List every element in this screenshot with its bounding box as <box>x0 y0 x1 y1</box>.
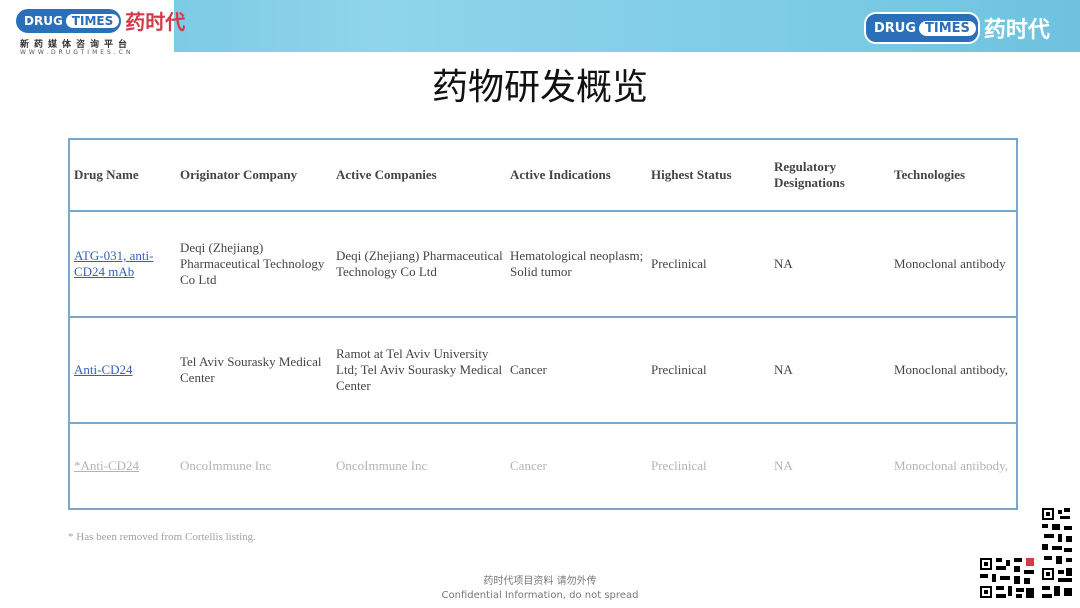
drug-name-link[interactable]: Anti-CD24 <box>74 318 174 422</box>
column-header: Drug Name <box>74 167 139 182</box>
logo-times-text: TIMES <box>919 20 976 36</box>
confidential-en: Confidential Information, do not spread <box>441 590 639 601</box>
active-companies-cell: OncoImmune Inc <box>336 458 428 473</box>
designations-cell: NA <box>774 256 793 271</box>
logo-pill: DRUG TIMES <box>16 8 122 33</box>
table-header-row: Drug Name Originator Company Active Comp… <box>70 140 1016 212</box>
drug-name-link[interactable]: ATG-031, anti-CD24 mAb <box>74 212 174 316</box>
table-row: Anti-CD24 Tel Aviv Sourasky Medical Cent… <box>70 318 1016 424</box>
drugtimes-logo-left[interactable]: DRUG TIMES 药时代 <box>16 6 185 35</box>
column-header: Active Indications <box>510 167 611 182</box>
column-header: Active Companies <box>336 167 437 182</box>
status-cell: Preclinical <box>651 362 707 377</box>
table-row: *Anti-CD24 OncoImmune Inc OncoImmune Inc… <box>70 424 1016 508</box>
originator-cell: Tel Aviv Sourasky Medical Center <box>180 354 322 385</box>
column-header: Highest Status <box>651 167 732 182</box>
designations-cell: NA <box>774 458 793 473</box>
logo-url: WWW.DRUGTIMES.CN <box>20 49 134 56</box>
originator-cell: Deqi (Zhejiang) Pharmaceutical Technolog… <box>180 240 325 287</box>
logo-drug-text: DRUG <box>24 13 63 28</box>
logo-cn-text: 药时代 <box>125 10 186 34</box>
indications-cell: Cancer <box>510 458 547 473</box>
status-cell: Preclinical <box>651 256 707 271</box>
qr-code-icon <box>1040 506 1074 600</box>
status-cell: Preclinical <box>651 458 707 473</box>
indications-cell: Hematological neoplasm; Solid tumor <box>510 248 644 279</box>
footnote: * Has been removed from Cortellis listin… <box>68 531 256 543</box>
drug-name-link[interactable]: *Anti-CD24 <box>74 424 174 508</box>
designations-cell: NA <box>774 362 793 377</box>
active-companies-cell: Deqi (Zhejiang) Pharmaceutical Technolog… <box>336 248 503 279</box>
column-header: Regulatory Designations <box>774 159 845 190</box>
column-header: Technologies <box>894 167 966 182</box>
technologies-cell: Monoclonal antibody <box>894 256 1006 271</box>
confidential-notice: 药时代项目资料 请勿外传 Confidential Information, d… <box>0 575 1080 603</box>
logo-cn-text: 药时代 <box>983 18 1050 43</box>
confidential-cn: 药时代项目资料 请勿外传 <box>483 576 597 587</box>
logo-pill: DRUG TIMES <box>864 12 980 44</box>
logo-drug-text: DRUG <box>874 20 917 36</box>
column-header: Originator Company <box>180 167 298 182</box>
page-title: 药物研发概览 <box>431 67 648 108</box>
logo-times-text: TIMES <box>65 13 120 28</box>
table-row: ATG-031, anti-CD24 mAb Deqi (Zhejiang) P… <box>70 212 1016 318</box>
technologies-cell: Monoclonal antibody, <box>894 458 1008 473</box>
originator-cell: OncoImmune Inc <box>180 458 272 473</box>
active-companies-cell: Ramot at Tel Aviv University Ltd; Tel Av… <box>336 346 503 393</box>
drug-table: Drug Name Originator Company Active Comp… <box>68 138 1018 510</box>
drugtimes-logo-right[interactable]: DRUG TIMES 药时代 <box>864 12 1050 44</box>
qr-code-icon <box>978 556 1036 600</box>
indications-cell: Cancer <box>510 362 547 377</box>
technologies-cell: Monoclonal antibody, <box>894 362 1008 377</box>
